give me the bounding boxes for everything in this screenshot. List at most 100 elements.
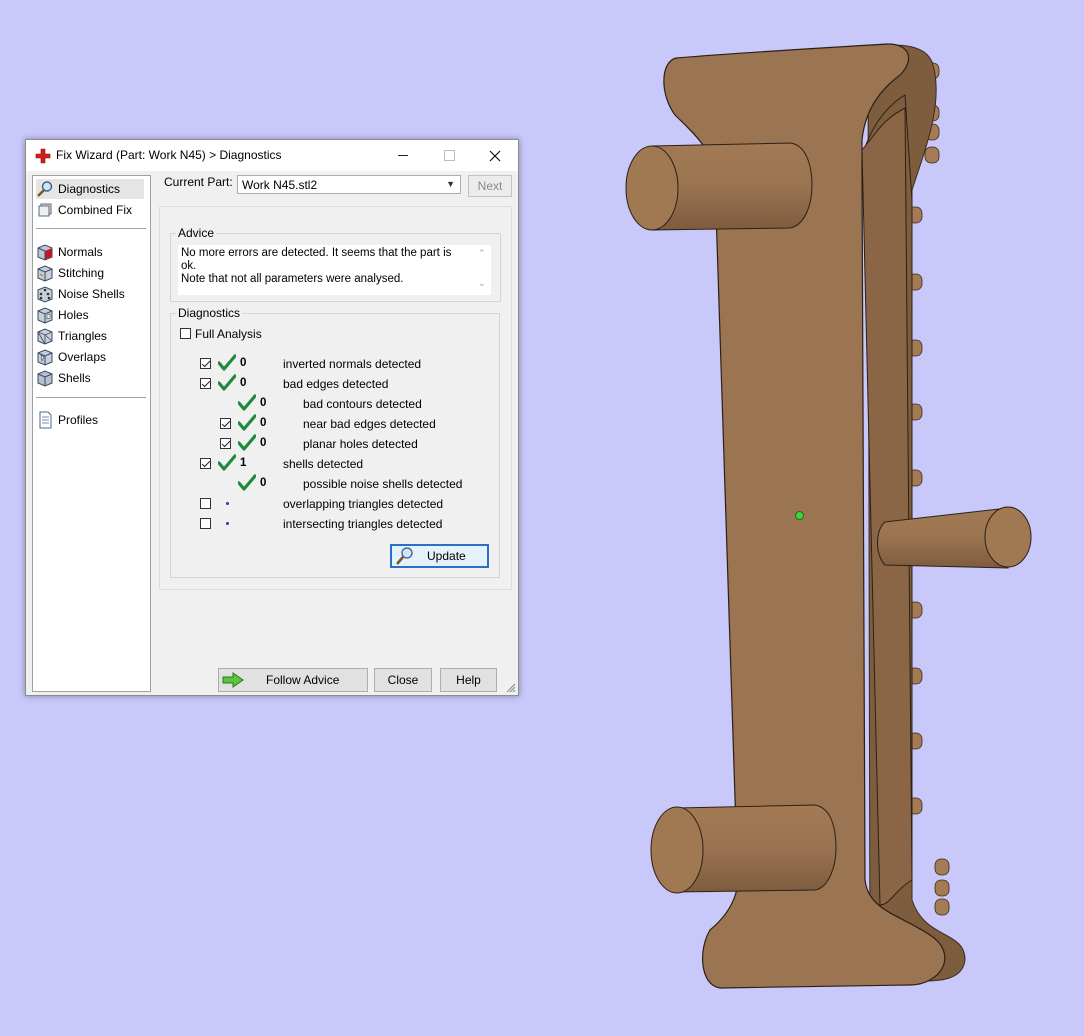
advice-textbox[interactable]: No more errors are detected. It seems th… bbox=[178, 245, 491, 295]
bad-edges-label: bad edges detected bbox=[283, 377, 389, 391]
full-analysis-checkbox[interactable] bbox=[180, 328, 191, 339]
close-button[interactable]: Close bbox=[374, 668, 432, 692]
near-bad-edges-checkbox[interactable] bbox=[220, 418, 231, 429]
shells-icon bbox=[36, 369, 54, 387]
cube-stack-icon bbox=[36, 201, 54, 219]
inverted-normals-count: 0 bbox=[240, 357, 247, 369]
scroll-up-icon: ⌃ bbox=[478, 248, 486, 258]
green-check-icon bbox=[218, 454, 236, 471]
sidebar-item-triangles[interactable]: Triangles bbox=[36, 326, 107, 346]
close-icon bbox=[489, 150, 501, 161]
sidebar-item-label: Triangles bbox=[58, 329, 107, 343]
planar-holes-count: 0 bbox=[260, 437, 267, 449]
title-bar[interactable]: Fix Wizard (Part: Work N45) > Diagnostic… bbox=[26, 140, 518, 171]
intersecting-triangles-checkbox[interactable] bbox=[200, 518, 211, 529]
cube-overlaps-icon bbox=[36, 348, 54, 366]
sidebar-divider bbox=[36, 397, 146, 398]
pin bbox=[924, 146, 940, 164]
minimize-icon bbox=[398, 155, 408, 156]
update-button[interactable]: Update bbox=[390, 544, 489, 568]
follow-advice-button[interactable]: Follow Advice bbox=[218, 668, 368, 692]
sidebar-item-combined-fix[interactable]: Combined Fix bbox=[36, 200, 132, 220]
fix-wizard-dialog: Fix Wizard (Part: Work N45) > Diagnostic… bbox=[25, 139, 519, 696]
chevron-down-icon: ▼ bbox=[446, 179, 455, 189]
sidebar-item-normals[interactable]: Normals bbox=[36, 242, 103, 262]
cube-holes-icon bbox=[36, 306, 54, 324]
sidebar-item-label: Shells bbox=[58, 371, 91, 385]
full-analysis-label: Full Analysis bbox=[195, 327, 262, 341]
maximize-button[interactable] bbox=[426, 140, 472, 171]
minimize-button[interactable] bbox=[380, 140, 426, 171]
near-bad-edges-label: near bad edges detected bbox=[303, 417, 436, 431]
update-label: Update bbox=[427, 549, 466, 563]
green-check-icon bbox=[218, 374, 236, 391]
green-check-icon bbox=[238, 474, 256, 491]
sidebar-divider bbox=[36, 228, 146, 229]
triangles-icon bbox=[36, 327, 54, 345]
sidebar-item-overlaps[interactable]: Overlaps bbox=[36, 347, 106, 367]
sidebar-item-holes[interactable]: Holes bbox=[36, 305, 89, 325]
sidebar-item-shells[interactable]: Shells bbox=[36, 368, 91, 388]
sidebar-item-label: Overlaps bbox=[58, 350, 107, 364]
bad-contours-count: 0 bbox=[260, 397, 267, 409]
shells-checkbox[interactable] bbox=[200, 458, 211, 469]
noise-shells-label: possible noise shells detected bbox=[303, 477, 463, 491]
advice-scrollbar[interactable]: ⌃ ⌄ bbox=[474, 245, 491, 295]
dice-icon bbox=[36, 285, 54, 303]
advice-group-label: Advice bbox=[176, 226, 217, 240]
resize-grip-icon[interactable] bbox=[506, 683, 516, 693]
sidebar-item-label: Profiles bbox=[58, 413, 99, 427]
green-check-icon bbox=[238, 434, 256, 451]
sidebar-item-noise-shells[interactable]: Noise Shells bbox=[36, 284, 125, 304]
sidebar-item-label: Normals bbox=[58, 245, 103, 259]
diagnostics-group-label: Diagnostics bbox=[176, 306, 243, 320]
maximize-icon bbox=[443, 150, 455, 161]
pin bbox=[934, 879, 950, 897]
wizard-sidebar: Diagnostics Combined Fix Normals Stitchi… bbox=[32, 175, 151, 692]
cube-stitching-icon bbox=[36, 264, 54, 282]
advice-text: No more errors are detected. It seems th… bbox=[181, 247, 452, 285]
sidebar-item-profiles[interactable]: Profiles bbox=[36, 410, 98, 430]
overlapping-triangles-checkbox[interactable] bbox=[200, 498, 211, 509]
current-part-value: Work N45.stl2 bbox=[242, 177, 318, 192]
green-check-icon bbox=[218, 354, 236, 371]
status-dot-icon bbox=[226, 502, 229, 505]
inverted-normals-checkbox[interactable] bbox=[200, 358, 211, 369]
scroll-down-icon: ⌄ bbox=[478, 278, 486, 288]
sidebar-item-stitching[interactable]: Stitching bbox=[36, 263, 104, 283]
close-window-button[interactable] bbox=[472, 140, 518, 171]
shells-count: 1 bbox=[240, 457, 247, 469]
inverted-normals-label: inverted normals detected bbox=[283, 357, 422, 371]
intersecting-triangles-label: intersecting triangles detected bbox=[283, 517, 443, 531]
overlapping-triangles-label: overlapping triangles detected bbox=[283, 497, 444, 511]
pin bbox=[934, 898, 950, 916]
document-icon bbox=[36, 411, 54, 429]
green-check-icon bbox=[238, 414, 256, 431]
arrow-right-icon bbox=[222, 672, 244, 688]
window-title: Fix Wizard (Part: Work N45) > Diagnostic… bbox=[56, 148, 282, 162]
follow-advice-label: Follow Advice bbox=[266, 673, 340, 687]
sidebar-item-label: Holes bbox=[58, 308, 89, 322]
sidebar-item-label: Combined Fix bbox=[58, 203, 133, 217]
cube-normals-icon bbox=[36, 243, 54, 261]
sidebar-item-label: Stitching bbox=[58, 266, 105, 280]
green-check-icon bbox=[238, 394, 256, 411]
shells-label: shells detected bbox=[283, 457, 364, 471]
planar-holes-checkbox[interactable] bbox=[220, 438, 231, 449]
magnifier-icon bbox=[396, 547, 413, 565]
sidebar-item-label: Noise Shells bbox=[58, 287, 125, 301]
sidebar-item-label: Diagnostics bbox=[58, 182, 121, 196]
current-part-label: Current Part: bbox=[164, 175, 233, 189]
rotation-center-marker bbox=[795, 511, 804, 520]
next-button[interactable]: Next bbox=[468, 175, 512, 197]
current-part-select[interactable]: Work N45.stl2 ▼ bbox=[237, 175, 461, 194]
pins bbox=[907, 62, 950, 954]
planar-holes-label: planar holes detected bbox=[303, 437, 418, 451]
sidebar-item-diagnostics[interactable]: Diagnostics bbox=[36, 179, 144, 199]
pin bbox=[934, 858, 950, 876]
near-bad-edges-count: 0 bbox=[260, 417, 267, 429]
help-button[interactable]: Help bbox=[440, 668, 497, 692]
app-cross-icon bbox=[35, 148, 51, 164]
bad-contours-label: bad contours detected bbox=[303, 397, 422, 411]
bad-edges-checkbox[interactable] bbox=[200, 378, 211, 389]
